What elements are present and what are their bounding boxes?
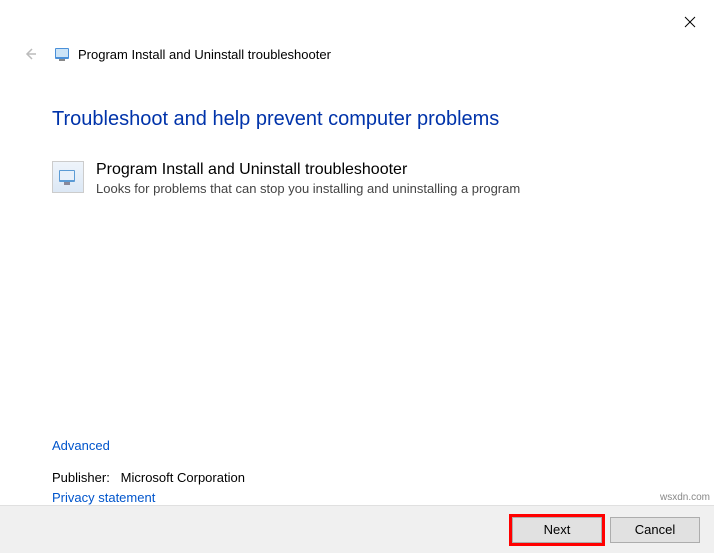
troubleshooter-item: Program Install and Uninstall troublesho… [52,161,662,196]
header-row: Program Install and Uninstall troublesho… [0,40,714,68]
troubleshooter-text: Program Install and Uninstall troublesho… [96,161,662,196]
advanced-link-area: Advanced [52,438,110,453]
button-bar: Next Cancel [0,505,714,553]
privacy-link[interactable]: Privacy statement [52,490,155,505]
next-button[interactable]: Next [512,517,602,543]
cancel-button[interactable]: Cancel [610,517,700,543]
content-area: Troubleshoot and help prevent computer p… [0,108,714,196]
back-button[interactable] [20,44,40,64]
close-button[interactable] [680,12,700,32]
back-arrow-icon [22,46,38,62]
troubleshooter-description: Looks for problems that can stop you ins… [96,181,662,196]
watermark: wsxdn.com [660,492,710,503]
publisher-value: Microsoft Corporation [121,470,245,485]
publisher-row: Publisher: Microsoft Corporation [52,470,245,485]
privacy-row: Privacy statement [52,490,155,505]
advanced-link[interactable]: Advanced [52,438,110,453]
titlebar [0,0,714,40]
app-icon [54,46,70,62]
close-icon [684,16,696,28]
troubleshooter-title: Program Install and Uninstall troublesho… [96,161,662,179]
publisher-label: Publisher: [52,470,110,485]
main-heading: Troubleshoot and help prevent computer p… [52,108,662,131]
window-title: Program Install and Uninstall troublesho… [78,47,331,62]
troubleshooter-icon [52,161,84,193]
